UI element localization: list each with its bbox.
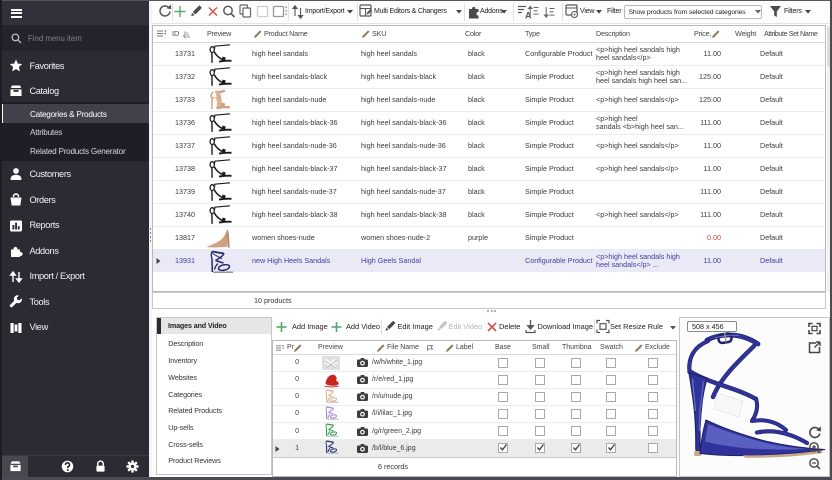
svg-text:A: A xyxy=(525,11,532,21)
